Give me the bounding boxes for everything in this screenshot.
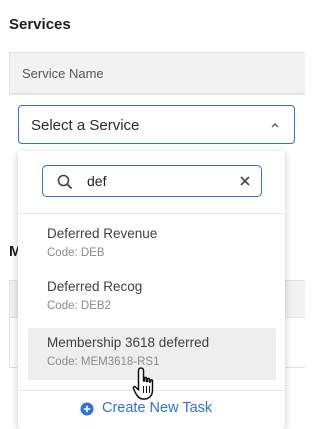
row-divider (9, 94, 305, 95)
plus-circle-icon (80, 402, 94, 416)
column-header-label: Service Name (22, 66, 104, 81)
create-new-task-label: Create New Task (102, 400, 213, 416)
option-name: Membership 3618 deferred (47, 335, 210, 350)
option-deferred-recog[interactable]: Deferred Recog Code: DEB2 (28, 272, 276, 324)
search-input[interactable]: def (42, 165, 262, 197)
option-code: Code: DEB2 (47, 300, 111, 312)
service-name-column-header: Service Name (9, 52, 305, 94)
option-name: Deferred Recog (47, 279, 143, 294)
service-select[interactable]: Select a Service (18, 105, 295, 144)
search-icon (57, 174, 73, 190)
services-section-title: Services (9, 16, 71, 33)
close-icon[interactable] (239, 175, 251, 187)
option-deferred-revenue[interactable]: Deferred Revenue Code: DEB (28, 219, 276, 271)
option-code: Code: DEB (47, 247, 105, 259)
chevron-up-icon (271, 123, 279, 128)
option-name: Deferred Revenue (47, 226, 158, 241)
hand-pointer-icon (132, 367, 154, 400)
dropdown-divider (18, 213, 285, 214)
search-input-value: def (87, 173, 107, 189)
service-select-label: Select a Service (31, 117, 140, 134)
